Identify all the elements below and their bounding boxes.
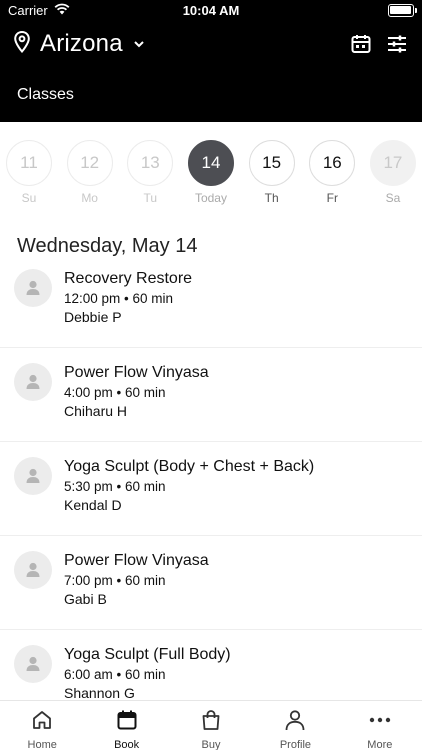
date-number: 15 bbox=[248, 140, 295, 186]
date-day-label: Mo bbox=[81, 191, 98, 205]
date-number: 17 bbox=[369, 140, 416, 186]
class-list: Recovery Restore 12:00 pm • 60 min Debbie … bbox=[0, 254, 422, 724]
tab-label: Book bbox=[114, 739, 140, 750]
date-16[interactable]: 16 Fr bbox=[308, 140, 356, 210]
wifi-icon bbox=[54, 3, 70, 18]
tab-home[interactable]: Home bbox=[0, 701, 84, 750]
class-name: Yoga Sculpt (Body + Chest + Back) bbox=[64, 458, 315, 475]
instructor-avatar-icon bbox=[14, 645, 52, 683]
tab-label: Profile bbox=[279, 739, 312, 750]
class-instructor: Debbie P bbox=[64, 309, 122, 325]
date-number: 14 bbox=[187, 140, 234, 186]
instructor-avatar-icon bbox=[14, 457, 52, 495]
status-bar: Carrier 10:04 AM bbox=[0, 0, 422, 20]
date-day-label: Today bbox=[194, 191, 227, 205]
chevron-down-icon bbox=[133, 35, 145, 53]
date-13: 13 Tu bbox=[126, 140, 174, 210]
class-instructor: Kendal D bbox=[64, 497, 122, 513]
class-instructor: Shannon G bbox=[64, 685, 135, 701]
class-name: Yoga Sculpt (Full Body) bbox=[64, 646, 231, 663]
app-header: Carrier 10:04 AM Arizona Classes bbox=[0, 0, 422, 122]
class-time: 12:00 pm • 60 min bbox=[64, 291, 174, 306]
class-name: Recovery Restore bbox=[64, 270, 193, 287]
tab-more[interactable]: More bbox=[338, 701, 422, 750]
date-17[interactable]: 17 Sa bbox=[369, 140, 417, 210]
class-instructor: Chiharu H bbox=[64, 403, 128, 419]
date-number: 12 bbox=[66, 140, 113, 186]
class-list-item[interactable]: Yoga Sculpt (Body + Chest + Back) 5:30 pm… bbox=[0, 442, 422, 536]
date-day-label: Fr bbox=[326, 191, 338, 205]
shopping-bag-icon bbox=[200, 709, 222, 736]
date-15[interactable]: 15 Th bbox=[248, 140, 296, 210]
class-time: 4:00 pm • 60 min bbox=[64, 385, 166, 400]
date-12: 12 Mo bbox=[66, 140, 114, 210]
class-name: Power Flow Vinyasa bbox=[64, 552, 209, 569]
date-number: 16 bbox=[309, 140, 356, 186]
home-icon bbox=[31, 709, 53, 736]
date-number: 13 bbox=[127, 140, 174, 186]
tab-label: More bbox=[367, 739, 393, 750]
location-name: Arizona bbox=[40, 30, 123, 57]
person-icon bbox=[284, 709, 306, 736]
date-11: 11 Su bbox=[5, 140, 53, 210]
date-number: 11 bbox=[6, 140, 52, 186]
class-time: 7:00 pm • 60 min bbox=[64, 573, 166, 588]
more-dots-icon bbox=[368, 709, 392, 736]
class-list-item[interactable]: Power Flow Vinyasa 4:00 pm • 60 min Chihar… bbox=[0, 348, 422, 442]
date-14[interactable]: 14 Today bbox=[187, 140, 235, 210]
instructor-avatar-icon bbox=[14, 551, 52, 589]
calendar-icon bbox=[116, 709, 138, 736]
tab-label: Buy bbox=[201, 739, 221, 750]
tab-label: Home bbox=[27, 739, 57, 750]
date-day-label: Th bbox=[264, 191, 279, 205]
date-day-label: Sa bbox=[385, 191, 401, 205]
class-list-item[interactable]: Power Flow Vinyasa 7:00 pm • 60 min Gabi B bbox=[0, 536, 422, 630]
instructor-avatar-icon bbox=[14, 363, 52, 401]
tab-profile[interactable]: Profile bbox=[253, 701, 337, 750]
location-selector[interactable]: Arizona bbox=[14, 30, 145, 58]
calendar-icon[interactable] bbox=[350, 33, 372, 55]
date-strip: 11 Su 12 Mo 13 Tu 14 Today 15 Th 16 Fr 17 Sa bbox=[0, 140, 422, 210]
carrier-label: Carrier bbox=[8, 2, 48, 18]
class-name: Power Flow Vinyasa bbox=[64, 364, 209, 381]
tab-buy[interactable]: Buy bbox=[169, 701, 253, 750]
tab-bar: Home Book Buy Profile More bbox=[0, 700, 422, 750]
class-time: 5:30 pm • 60 min bbox=[64, 479, 166, 494]
class-time: 6:00 am • 60 min bbox=[64, 667, 166, 682]
status-time: 10:04 AM bbox=[182, 2, 240, 18]
class-instructor: Gabi B bbox=[64, 591, 107, 607]
date-day-label: Su bbox=[21, 191, 37, 205]
battery-icon bbox=[387, 3, 417, 17]
class-list-item[interactable]: Recovery Restore 12:00 pm • 60 min Debbie … bbox=[0, 254, 422, 348]
instructor-avatar-icon bbox=[14, 269, 52, 307]
location-pin-icon bbox=[14, 30, 30, 58]
page-title: Classes bbox=[17, 86, 74, 103]
filter-sliders-icon[interactable] bbox=[386, 33, 408, 55]
tab-book[interactable]: Book bbox=[84, 701, 168, 750]
date-day-label: Tu bbox=[143, 191, 158, 205]
